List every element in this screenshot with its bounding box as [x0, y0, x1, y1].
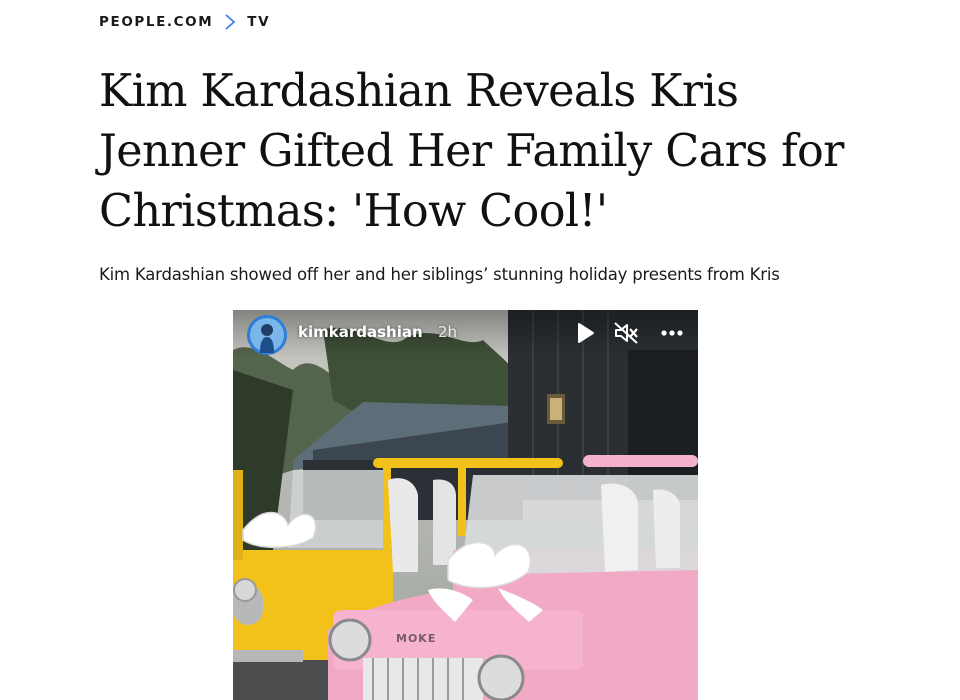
- story-username[interactable]: kimkardashian: [298, 323, 423, 341]
- instagram-story-embed[interactable]: MOKE kimkardashian 2h: [233, 310, 698, 700]
- avatar-image: [247, 315, 287, 355]
- breadcrumb-site-link[interactable]: PEOPLE.COM: [99, 14, 213, 30]
- avatar[interactable]: [247, 315, 287, 355]
- more-options-icon[interactable]: [659, 321, 685, 345]
- story-photo-scene: MOKE: [233, 310, 698, 700]
- play-icon[interactable]: [572, 321, 598, 345]
- breadcrumb: PEOPLE.COM TV: [99, 12, 270, 32]
- muted-speaker-icon[interactable]: [613, 321, 639, 345]
- breadcrumb-section-link[interactable]: TV: [247, 14, 270, 30]
- headline-line: Kim Kardashian Reveals Kris: [99, 66, 739, 117]
- headline-line: Jenner Gifted Her Family Cars for: [99, 126, 844, 177]
- article-headline: Kim Kardashian Reveals Kris Jenner Gifte…: [99, 62, 929, 242]
- headline-line: Christmas: 'How Cool!': [99, 186, 608, 237]
- article-subheadline: Kim Kardashian showed off her and her si…: [99, 265, 780, 284]
- chevron-right-icon: [225, 14, 236, 30]
- story-timestamp: 2h: [438, 323, 458, 341]
- car-badge-text: MOKE: [396, 632, 436, 645]
